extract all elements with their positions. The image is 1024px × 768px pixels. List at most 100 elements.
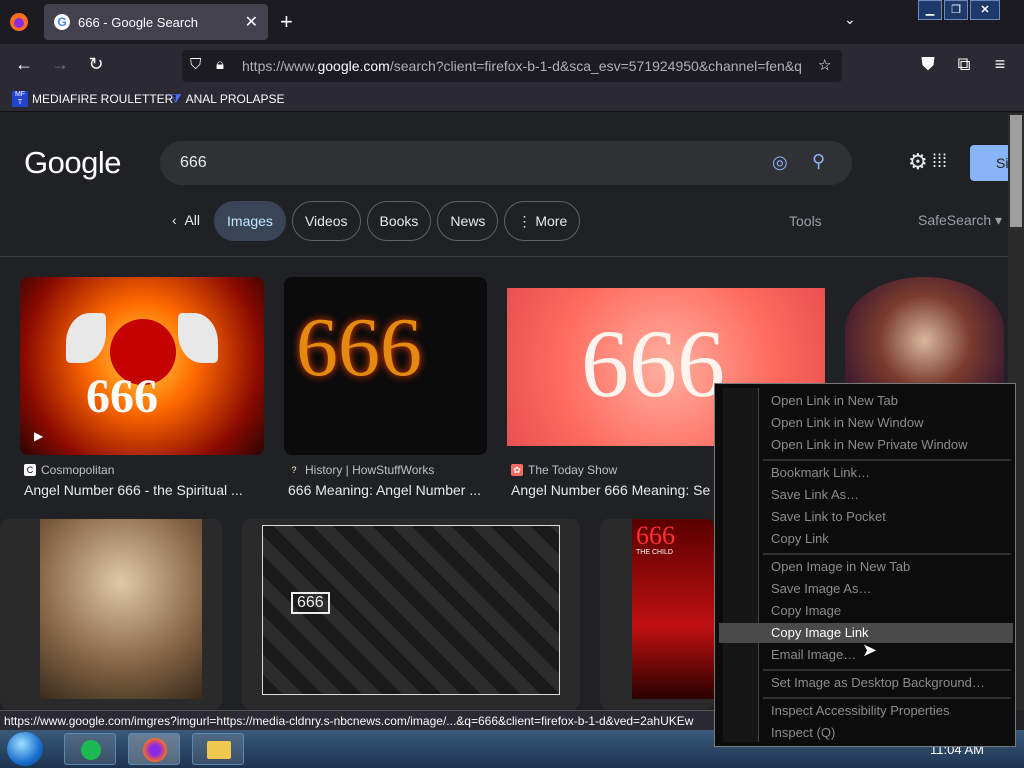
result-title[interactable]: 666 Meaning: Angel Number ... — [288, 482, 481, 498]
google-favicon-icon: G — [54, 14, 70, 30]
firefox-icon[interactable] — [8, 11, 30, 33]
taskbar-app[interactable] — [192, 733, 244, 765]
hamburger-menu-icon[interactable]: ≡ — [988, 54, 1012, 75]
search-box[interactable]: 666 ◎ ⚲ — [160, 141, 852, 185]
tab-news[interactable]: News — [437, 201, 499, 241]
url-bar[interactable]: ⛉ 🔒︎ https://www.google.com/search?clien… — [182, 50, 842, 82]
image-result[interactable]: 666 — [284, 277, 487, 455]
image-text: 666 — [291, 592, 330, 614]
painting — [40, 519, 202, 699]
result-source[interactable]: ✿ The Today Show — [511, 463, 617, 477]
menu-item-bookmark-link[interactable]: Bookmark Link… — [771, 465, 870, 480]
wing-right — [178, 313, 218, 363]
scrollbar-thumb[interactable] — [1010, 115, 1022, 227]
search-tabs: ‹ All Images Videos Books News ⋮ More — [164, 201, 581, 241]
close-window-button[interactable]: ✕ — [970, 0, 1000, 20]
extensions-icon[interactable]: ⧉ — [952, 54, 976, 75]
search-icon[interactable]: ⚲ — [812, 151, 825, 172]
tab-all[interactable]: ‹ All — [164, 201, 208, 241]
image-result[interactable] — [845, 277, 1004, 383]
menu-item-save-link-as[interactable]: Save Link As… — [771, 487, 859, 502]
menu-item-open-link-new-window[interactable]: Open Link in New Window — [771, 415, 923, 430]
image-result[interactable]: 666 — [242, 519, 580, 709]
window-controls: ▁ ❐ ✕ — [918, 0, 1000, 22]
result-title[interactable]: Angel Number 666 - the Spiritual ... — [24, 482, 243, 498]
wing-left — [66, 313, 106, 363]
navigation-toolbar: ← → ↻ ⛉ 🔒︎ https://www.google.com/search… — [0, 44, 1024, 86]
pocket-icon[interactable]: ⛊ — [916, 54, 940, 75]
gear-icon[interactable]: ⚙ — [908, 149, 928, 175]
reload-button[interactable]: ↻ — [84, 54, 108, 75]
shield-icon[interactable]: ⛉ — [190, 56, 201, 73]
search-input[interactable]: 666 — [180, 154, 207, 172]
menu-item-save-image-as[interactable]: Save Image As… — [771, 581, 871, 596]
menu-item-inspect[interactable]: Inspect (Q) — [771, 725, 835, 740]
today-show-icon: ✿ — [511, 464, 523, 476]
menu-item-open-link-new-tab[interactable]: Open Link in New Tab — [771, 393, 898, 408]
image-text: 666 — [86, 370, 158, 423]
forward-button[interactable]: → — [48, 54, 72, 75]
menu-separator — [763, 697, 1011, 699]
mouse-cursor-icon: ➤ — [862, 640, 878, 660]
tab-books[interactable]: Books — [366, 201, 432, 241]
mediafire-icon: MF T — [12, 91, 28, 107]
play-icon: ▶ — [34, 429, 44, 443]
browser-tab[interactable]: G 666 - Google Search ✕ — [44, 4, 268, 40]
safesearch-button[interactable]: SafeSearch ▾ — [918, 212, 1002, 229]
movie-poster: 666 THE CHILD — [632, 519, 714, 699]
tab-title: 666 - Google Search — [78, 15, 198, 30]
context-menu-gutter — [723, 388, 759, 742]
image-result[interactable]: 666 THE CHILD — [600, 519, 714, 709]
image-text: 666 — [636, 521, 675, 550]
howstuffworks-icon: ? — [288, 464, 300, 476]
image-text: 666 — [296, 301, 422, 394]
tab-more[interactable]: ⋮ More — [504, 201, 581, 241]
new-tab-button[interactable]: + — [280, 9, 293, 35]
tools-button[interactable]: Tools — [789, 213, 822, 229]
cosmopolitan-icon: C — [24, 464, 36, 476]
divider — [0, 256, 1008, 257]
menu-separator — [763, 459, 1011, 461]
bookmark-item[interactable]: MF T MEDIAFIRE ROULETTER — [12, 91, 173, 107]
result-source[interactable]: C Cosmopolitan — [24, 463, 114, 477]
google-logo[interactable]: Google — [24, 145, 121, 181]
bookmark-star-icon[interactable]: ☆ — [818, 56, 831, 74]
image-text: THE CHILD — [636, 549, 673, 556]
status-bar-url: https://www.google.com/imgres?imgurl=htt… — [0, 710, 716, 730]
firefox-icon — [143, 738, 167, 762]
google-lens-icon[interactable]: ◎ — [772, 152, 788, 173]
bookmark-item[interactable]: ⧩ ANAL PROLAPSE — [170, 91, 285, 107]
menu-item-inspect-accessibility[interactable]: Inspect Accessibility Properties — [771, 703, 949, 718]
result-source[interactable]: ? History | HowStuffWorks — [288, 463, 434, 477]
result-title[interactable]: Angel Number 666 Meaning: Se — [511, 482, 710, 498]
url-text[interactable]: https://www.google.com/search?client=fir… — [242, 58, 802, 74]
tab-videos[interactable]: Videos — [291, 201, 361, 241]
occult-pattern: 666 — [262, 525, 560, 695]
taskbar-app[interactable] — [64, 733, 116, 765]
apps-grid-icon[interactable]: ⁞⁞⁞ — [932, 151, 947, 172]
menu-item-set-desktop-background[interactable]: Set Image as Desktop Background… — [771, 675, 985, 690]
menu-item-copy-link[interactable]: Copy Link — [771, 531, 829, 546]
menu-item-open-image-new-tab[interactable]: Open Image in New Tab — [771, 559, 910, 574]
tab-images[interactable]: Images — [214, 201, 286, 241]
bookmark-triangle-icon: ⧩ — [170, 91, 182, 106]
lock-icon[interactable]: 🔒︎ — [216, 56, 224, 73]
start-orb-icon[interactable] — [7, 732, 43, 766]
menu-item-copy-image[interactable]: Copy Image — [771, 603, 841, 618]
image-text: 666 — [581, 310, 725, 417]
tab-bar: G 666 - Google Search ✕ + ⌄ ▁ ❐ ✕ — [0, 0, 1024, 44]
maximize-button[interactable]: ❐ — [944, 0, 968, 20]
menu-item-email-image[interactable]: Email Image… — [771, 647, 856, 662]
menu-item-open-link-private-window[interactable]: Open Link in New Private Window — [771, 437, 968, 452]
minimize-button[interactable]: ▁ — [918, 0, 942, 20]
bookmarks-toolbar: MF T MEDIAFIRE ROULETTER ⧩ ANAL PROLAPSE — [0, 86, 1024, 112]
folder-icon — [207, 741, 231, 759]
image-result[interactable] — [0, 519, 222, 709]
menu-item-save-link-pocket[interactable]: Save Link to Pocket — [771, 509, 886, 524]
taskbar-app[interactable] — [128, 733, 180, 765]
context-menu: Open Link in New Tab Open Link in New Wi… — [714, 383, 1016, 747]
image-result[interactable]: 666 ▶ — [20, 277, 264, 455]
back-button[interactable]: ← — [12, 54, 36, 75]
close-tab-icon[interactable]: ✕ — [245, 12, 258, 32]
chevron-down-icon[interactable]: ⌄ — [844, 11, 856, 28]
